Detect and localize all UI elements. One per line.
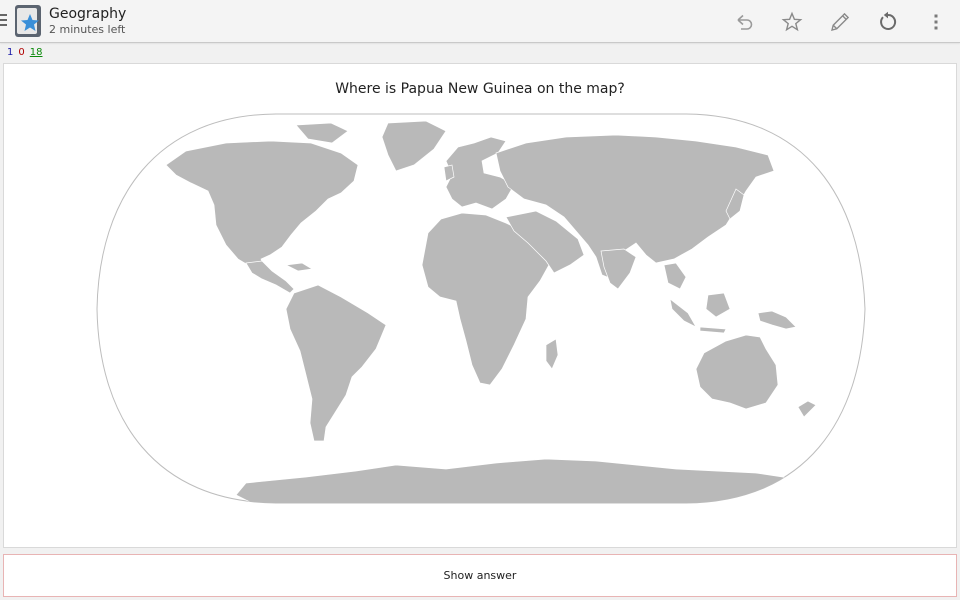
- app-logo[interactable]: [14, 4, 42, 38]
- learning-count: 0: [18, 47, 25, 58]
- overflow-menu-icon: [934, 14, 938, 30]
- question-text: Where is Papua New Guinea on the map?: [335, 81, 625, 97]
- overflow-menu-button[interactable]: [922, 8, 950, 36]
- title-block: Geography 2 minutes left: [49, 6, 126, 37]
- time-left: 2 minutes left: [49, 23, 126, 36]
- pencil-icon: [831, 12, 850, 31]
- deck-title: Geography: [49, 6, 127, 22]
- undo-icon: [737, 14, 753, 30]
- app-root: Geography 2 minutes left 1 0 18 Where is…: [0, 0, 960, 600]
- replay-icon: [880, 11, 897, 30]
- edit-button[interactable]: [826, 8, 854, 36]
- favorite-button[interactable]: [778, 8, 806, 36]
- action-bar: Geography 2 minutes left: [0, 0, 960, 43]
- nav-drawer-icon[interactable]: [0, 14, 8, 28]
- new-count: 1: [7, 47, 14, 58]
- undo-button[interactable]: [730, 8, 758, 36]
- card-counts: 1 0 18: [7, 47, 47, 59]
- show-answer-button[interactable]: Show answer: [3, 554, 957, 597]
- world-map: [96, 113, 866, 504]
- star-icon: [781, 11, 803, 32]
- replay-button[interactable]: [874, 8, 902, 36]
- flashcard: Where is Papua New Guinea on the map?: [3, 63, 957, 548]
- review-count: 18: [29, 47, 43, 58]
